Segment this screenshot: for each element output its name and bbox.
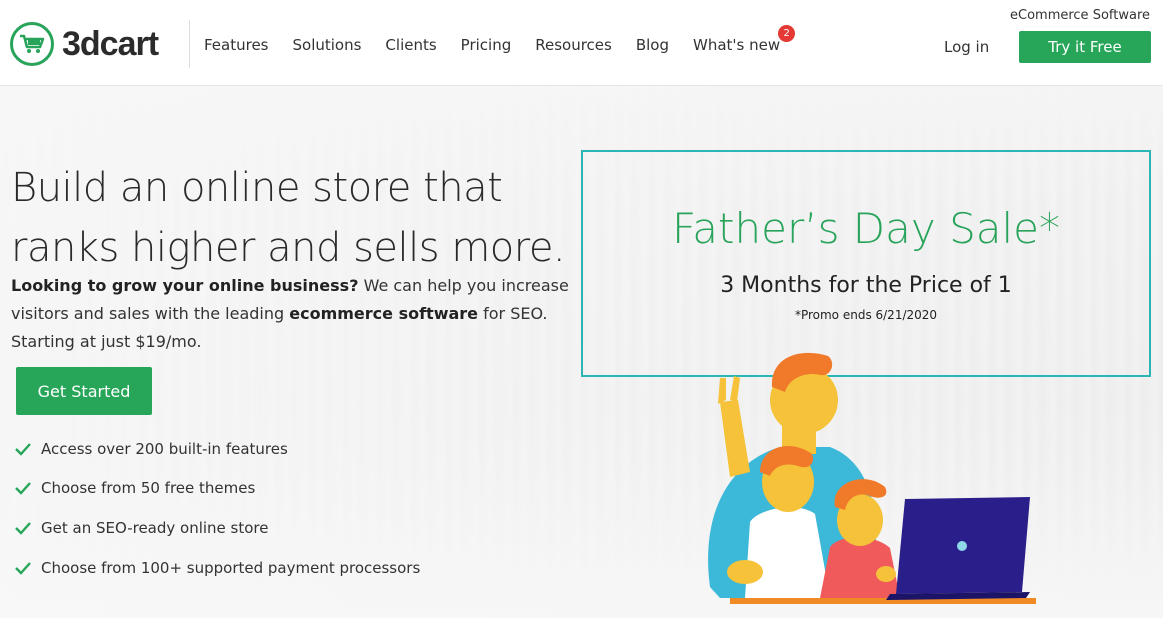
nav-item-features[interactable]: Features [192,36,281,54]
nav-item-clients[interactable]: Clients [373,36,448,54]
shopping-cart-icon [10,22,54,66]
hero-headline: Build an online store that ranks higher … [11,158,581,278]
get-started-button[interactable]: Get Started [16,367,152,415]
logo-text: 3dcart [62,24,159,63]
notification-badge: 2 [778,25,796,42]
site-header: 3dcart Features Solutions Clients Pricin… [0,0,1163,86]
login-link[interactable]: Log in [944,38,989,56]
promo-subtitle: 3 Months for the Price of 1 [720,273,1012,298]
tagline: eCommerce Software [1010,8,1150,23]
try-it-free-button[interactable]: Try it Free [1019,31,1151,63]
intro-bold-2: ecommerce software [289,304,479,323]
list-item: Get an SEO-ready online store [14,508,420,548]
nav-item-pricing[interactable]: Pricing [449,36,524,54]
feature-list: Access over 200 built-in features Choose… [14,429,420,587]
nav-item-blog[interactable]: Blog [624,36,681,54]
promo-note: *Promo ends 6/21/2020 [794,308,938,322]
logo[interactable]: 3dcart [10,22,159,66]
check-icon [15,442,31,456]
feature-text: Get an SEO-ready online store [41,518,269,537]
main-nav: Features Solutions Clients Pricing Resou… [192,25,796,54]
feature-text: Access over 200 built-in features [41,439,288,458]
hero-intro: Looking to grow your online business? We… [11,272,571,356]
check-icon [15,482,31,496]
feature-text: Choose from 100+ supported payment proce… [41,558,421,577]
feature-text: Choose from 50 free themes [41,479,256,498]
list-item: Choose from 100+ supported payment proce… [14,548,420,588]
check-icon [15,522,31,535]
headline-line-2: ranks higher and sells more. [11,225,566,271]
promo-title: Father’s Day Sale* [671,204,1060,253]
list-item: Choose from 50 free themes [14,469,420,509]
nav-item-whats-new-label: What's new [693,36,781,54]
hero-section: Build an online store that ranks higher … [0,86,1163,618]
nav-item-solutions[interactable]: Solutions [281,36,374,54]
logo-divider [189,20,190,68]
headline-line-1: Build an online store that [11,165,503,211]
intro-bold-1: Looking to grow your online business? [11,276,359,295]
father-kids-illustration [708,352,1036,604]
check-icon [15,561,31,575]
nav-item-resources[interactable]: Resources [523,36,624,54]
nav-item-whats-new[interactable]: What's new 2 [681,25,796,54]
list-item: Access over 200 built-in features [14,429,420,469]
